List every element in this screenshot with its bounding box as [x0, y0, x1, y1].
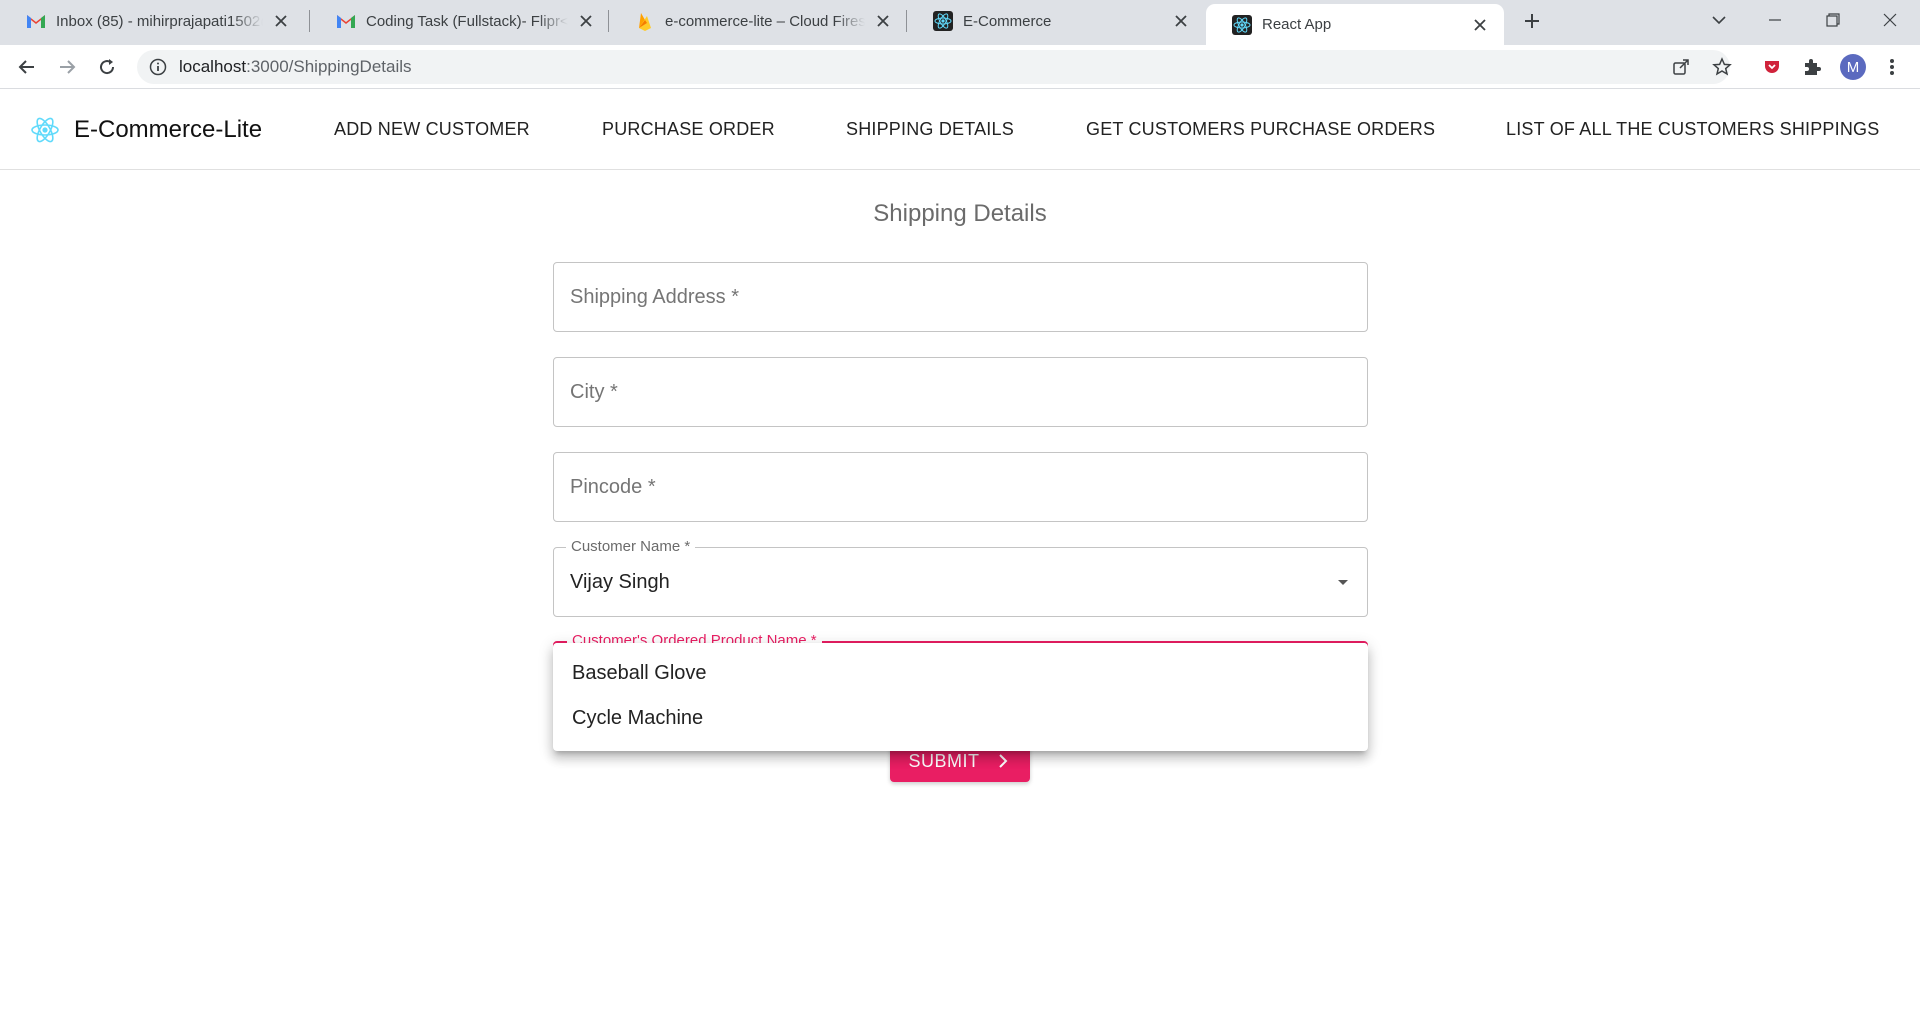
info-icon[interactable]: [149, 58, 167, 76]
nav-list-all-customers-shippings[interactable]: LIST OF ALL THE CUSTOMERS SHIPPINGS: [1506, 89, 1879, 170]
tab-ecommerce[interactable]: E-Commerce: [907, 0, 1205, 42]
product-options-menu: Baseball Glove Cycle Machine: [553, 643, 1368, 751]
browser-tabstrip: Inbox (85) - mihirprajapati1502@gmail.co…: [0, 0, 1920, 45]
react-logo-icon: [31, 117, 59, 142]
brand-name: E-Commerce-Lite: [74, 115, 263, 143]
tab-title: React App: [1262, 16, 1332, 33]
dropdown-arrow-icon: [1338, 580, 1348, 585]
profile-avatar[interactable]: M: [1840, 54, 1866, 80]
tab-coding-task[interactable]: Coding Task (Fullstack)- Flipr<> E-comme…: [310, 0, 610, 42]
bookmark-button[interactable]: [1708, 53, 1736, 81]
url-host: localhost: [179, 57, 247, 76]
app-header: E-Commerce-Lite ADD NEW CUSTOMER PURCHAS…: [0, 89, 1920, 170]
tab-firestore[interactable]: e-commerce-lite – Cloud Firestore: [609, 0, 907, 42]
tab-title: Coding Task (Fullstack)- Flipr<> E-comme…: [366, 12, 568, 30]
url-text[interactable]: localhost:3000/ShippingDetails: [179, 57, 412, 77]
new-tab-button[interactable]: [1519, 8, 1545, 34]
pincode-placeholder: Pincode *: [570, 475, 656, 498]
close-icon[interactable]: [873, 11, 893, 31]
forward-button[interactable]: [53, 53, 81, 81]
chevron-right-icon: [998, 754, 1007, 768]
share-icon: [1673, 59, 1689, 75]
menu-option-baseball-glove[interactable]: Baseball Glove: [553, 651, 1368, 696]
brand[interactable]: E-Commerce-Lite: [30, 89, 262, 170]
address-bar[interactable]: localhost:3000/ShippingDetails: [137, 50, 1730, 84]
firebase-icon: [635, 11, 655, 31]
url-path: :3000/ShippingDetails: [246, 57, 412, 76]
chevron-down-icon: [1712, 16, 1726, 25]
shipping-address-input[interactable]: Shipping Address *: [553, 262, 1368, 332]
react-icon: [1232, 14, 1252, 35]
puzzle-icon: [1805, 59, 1821, 75]
city-placeholder: City *: [570, 380, 618, 403]
nav-add-new-customer[interactable]: ADD NEW CUSTOMER: [334, 89, 530, 170]
nav-purchase-order[interactable]: PURCHASE ORDER: [602, 89, 775, 170]
extensions-button[interactable]: [1798, 53, 1826, 81]
react-icon: [933, 11, 953, 31]
tab-title: Inbox (85) - mihirprajapati1502@gmail.co…: [56, 12, 263, 30]
more-vert-icon: [1890, 59, 1894, 75]
close-icon[interactable]: [1171, 11, 1191, 31]
back-button[interactable]: [13, 53, 41, 81]
pincode-input[interactable]: Pincode *: [553, 452, 1368, 522]
browser-toolbar: localhost:3000/ShippingDetails M: [0, 45, 1920, 89]
gmail-icon: [336, 11, 356, 31]
arrow-right-icon: [60, 60, 76, 74]
browser-menu-button[interactable]: [1878, 53, 1906, 81]
minimize-button[interactable]: [1755, 4, 1795, 36]
shipping-address-placeholder: Shipping Address *: [570, 285, 740, 308]
reload-icon: [100, 59, 115, 75]
plus-icon: [1525, 14, 1539, 28]
menu-option-cycle-machine[interactable]: Cycle Machine: [553, 696, 1368, 741]
extension-pocket-button[interactable]: [1758, 53, 1786, 81]
star-icon: [1712, 57, 1732, 76]
tab-title: e-commerce-lite – Cloud Firestore: [665, 12, 865, 30]
gmail-icon: [26, 11, 46, 31]
minimize-icon: [1769, 19, 1781, 21]
page-title: Shipping Details: [873, 200, 1047, 227]
close-icon[interactable]: [271, 11, 291, 31]
share-button[interactable]: [1667, 53, 1695, 81]
tab-react-app[interactable]: React App: [1206, 4, 1504, 45]
arrow-left-icon: [18, 60, 34, 74]
nav-get-customers-purchase-orders[interactable]: GET CUSTOMERS PURCHASE ORDERS: [1086, 89, 1435, 170]
restore-icon: [1826, 13, 1840, 27]
close-icon[interactable]: [1470, 15, 1490, 35]
reload-button[interactable]: [93, 53, 121, 81]
restore-button[interactable]: [1813, 4, 1853, 36]
close-icon[interactable]: [576, 11, 596, 31]
window-close-button[interactable]: [1870, 4, 1910, 36]
city-input[interactable]: City *: [553, 357, 1368, 427]
tab-gmail-inbox[interactable]: Inbox (85) - mihirprajapati1502@gmail.co…: [0, 0, 305, 42]
tab-search-button[interactable]: [1699, 4, 1739, 36]
close-icon: [1883, 13, 1897, 27]
customer-name-select[interactable]: Customer Name * Vijay Singh: [553, 538, 1368, 617]
pocket-icon: [1765, 61, 1779, 73]
submit-label: SUBMIT: [908, 750, 980, 771]
tab-title: E-Commerce: [963, 12, 1052, 30]
customer-name-value: Vijay Singh: [570, 570, 670, 593]
nav-shipping-details[interactable]: SHIPPING DETAILS: [846, 89, 1014, 170]
